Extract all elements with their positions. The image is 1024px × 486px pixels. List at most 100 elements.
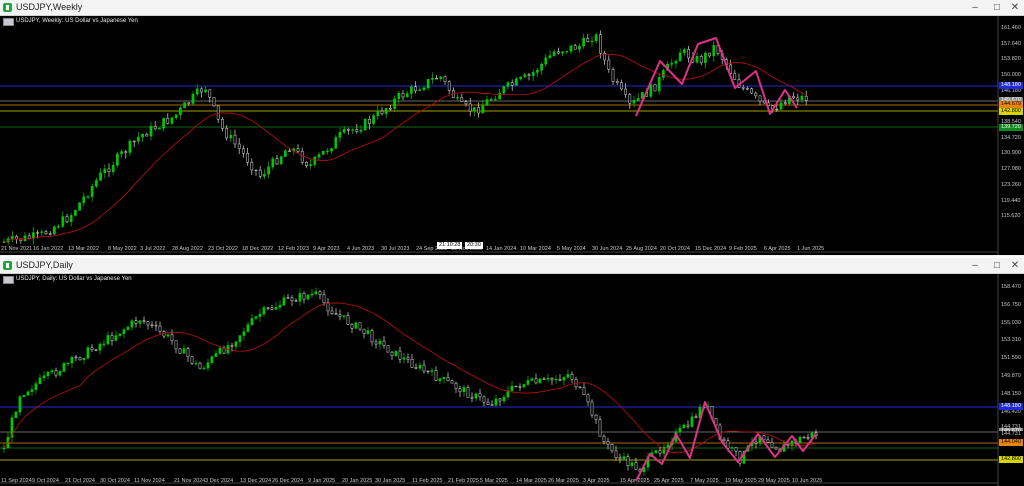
candle-body	[212, 97, 216, 107]
candle-body	[233, 134, 237, 145]
candle-body	[746, 88, 749, 90]
candle-body	[418, 364, 422, 369]
candle-body	[183, 102, 186, 109]
daily-chart-window[interactable]: USDJPY,Daily – □ ✕ USDJPY, Daily: US Dol…	[0, 258, 1024, 486]
candle-body	[30, 389, 34, 392]
candle-body	[450, 380, 454, 384]
candle-body	[397, 92, 401, 100]
candle-body	[758, 95, 762, 102]
daily-candles-svg[interactable]	[0, 274, 1024, 486]
candle-body	[350, 323, 354, 329]
date-tick-label: 7 May 2025	[690, 478, 719, 484]
candle-body	[704, 52, 707, 64]
candle-body	[158, 127, 161, 130]
weekly-plot-area[interactable]: USDJPY, Weekly: US Dollar vs Japanese Ye…	[0, 16, 1024, 255]
candle-body	[454, 382, 458, 389]
daily-titlebar[interactable]: USDJPY,Daily – □ ✕	[0, 258, 1024, 274]
candle-body	[607, 59, 611, 70]
candle-body	[590, 40, 594, 43]
candle-body	[11, 236, 14, 239]
candle-body	[546, 377, 550, 380]
candle-body	[234, 341, 238, 347]
candle-body	[405, 93, 409, 98]
date-tick-label: 19 May 2025	[725, 478, 757, 484]
candle-body	[540, 63, 543, 71]
maximize-icon[interactable]: □	[988, 1, 1006, 14]
weekly-candles-svg[interactable]	[0, 16, 1024, 255]
candle-body	[598, 419, 602, 437]
date-tick-label: 30 Jun 2024	[592, 246, 623, 252]
candle-body	[198, 362, 202, 370]
date-tick-label: 20 Oct 2024	[660, 246, 690, 252]
close-icon[interactable]: ✕	[1006, 259, 1024, 272]
daily-plot-area[interactable]: USDJPY, Daily: US Dollar vs Japanese Yen…	[0, 274, 1024, 486]
date-tick-label: 25 Apr 2025	[654, 478, 684, 484]
candle-body	[238, 335, 242, 342]
candle-body	[632, 99, 636, 104]
candle-body	[53, 226, 56, 235]
date-tick-label: 4 Jun 2023	[347, 246, 375, 252]
date-tick-label: 14 Mar 2025	[516, 478, 547, 484]
candle-body	[254, 169, 258, 172]
candle-body	[355, 129, 359, 132]
candle-body	[40, 231, 44, 233]
candle-body	[149, 126, 153, 137]
candle-body	[258, 169, 262, 177]
candle-body	[266, 307, 270, 309]
candle-body	[82, 358, 86, 361]
candle-body	[86, 347, 90, 359]
candle-body	[678, 427, 682, 432]
candle-body	[562, 377, 566, 381]
candle-body	[382, 340, 386, 346]
candle-body	[378, 340, 382, 345]
candle-body	[302, 293, 306, 300]
candle-body	[65, 216, 69, 223]
weekly-chart-window[interactable]: USDJPY,Weekly – □ ✕ USDJPY, Weekly: US D…	[0, 0, 1024, 256]
candle-body	[618, 457, 622, 460]
candle-body	[237, 143, 241, 149]
candle-body	[502, 396, 506, 402]
candle-body	[82, 196, 86, 203]
candle-body	[498, 92, 501, 100]
price-tick-label: 151.590	[1001, 355, 1021, 361]
candle-body	[422, 87, 426, 90]
date-tick-label: 15 Apr 2025	[620, 478, 650, 484]
close-icon[interactable]: ✕	[1006, 1, 1024, 14]
candle-body	[366, 330, 370, 334]
date-tick-label: 30 Jul 2023	[381, 246, 410, 252]
candle-body	[182, 348, 186, 354]
candle-body	[380, 110, 384, 115]
candle-body	[246, 152, 249, 163]
price-level-tag: 148.180	[999, 403, 1023, 410]
date-tick-label: 26 Mar 2025	[548, 478, 579, 484]
candle-body	[554, 379, 558, 381]
candle-body	[150, 324, 154, 326]
weekly-titlebar[interactable]: USDJPY,Weekly – □ ✕	[0, 0, 1024, 16]
candle-body	[786, 444, 790, 446]
candle-body	[313, 156, 317, 165]
date-tick-label: 16 Jan 2022	[33, 246, 64, 252]
candle-body	[170, 117, 174, 124]
candle-body	[137, 136, 140, 142]
candle-body	[298, 293, 302, 302]
candle-body	[510, 385, 514, 392]
candle-body	[106, 335, 110, 345]
candle-body	[141, 133, 144, 138]
candle-body	[384, 108, 388, 115]
date-tick-label: 20 Jan 2025	[342, 478, 373, 484]
candle-body	[628, 94, 632, 104]
candle-body	[179, 107, 182, 115]
candle-body	[321, 150, 325, 155]
candle-body	[401, 92, 405, 98]
maximize-icon[interactable]: □	[988, 259, 1006, 272]
candle-body	[74, 356, 78, 359]
candle-body	[102, 343, 106, 345]
minimize-icon[interactable]: –	[966, 259, 984, 272]
candle-body	[548, 55, 552, 59]
candle-body	[66, 362, 70, 365]
moving-average-line	[3, 53, 807, 243]
candle-body	[426, 79, 430, 89]
date-tick-label: 9 Jan 2025	[308, 478, 336, 484]
minimize-icon[interactable]: –	[966, 1, 984, 14]
price-tick-label: 119.440	[1001, 198, 1021, 204]
